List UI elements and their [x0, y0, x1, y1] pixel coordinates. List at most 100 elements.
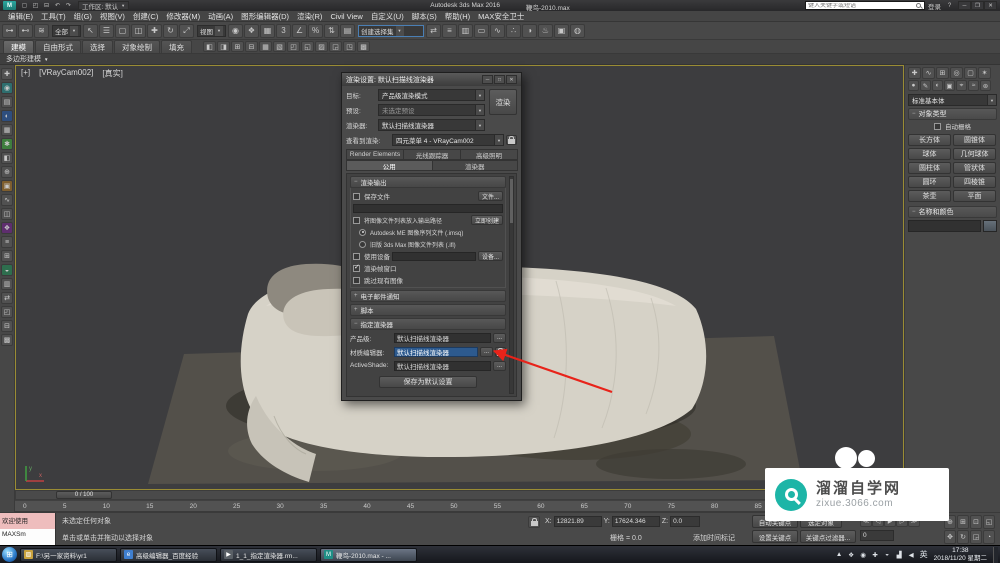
- viewport-camera-menu[interactable]: [VRayCam002]: [39, 68, 93, 79]
- rendered-frame-window-checkbox[interactable]: [353, 265, 360, 272]
- open-file-icon[interactable]: ◰: [30, 1, 41, 10]
- ribbon-tool-icon[interactable]: ▨: [315, 41, 328, 52]
- viewport-shading-menu[interactable]: [真实]: [102, 68, 122, 79]
- object-type-button[interactable]: 长方体: [908, 134, 951, 146]
- display-panel-tab-icon[interactable]: ▢: [964, 67, 977, 79]
- render-button[interactable]: 渲染: [489, 89, 517, 115]
- search-box[interactable]: [805, 1, 925, 10]
- menu-item[interactable]: MAX安全卫士: [474, 11, 528, 21]
- object-type-button[interactable]: 管状体: [953, 162, 996, 174]
- ribbon-tab-populate[interactable]: 填充: [161, 40, 192, 53]
- time-tag-field[interactable]: 添加时间标记: [693, 533, 735, 543]
- side-tool-icon[interactable]: ◉: [1, 82, 13, 94]
- side-tool-icon[interactable]: ▥: [1, 278, 13, 290]
- select-and-scale-icon[interactable]: ⤢: [179, 24, 194, 38]
- object-type-button[interactable]: 圆环: [908, 176, 951, 188]
- hidden-icons-chevron-icon[interactable]: ▲: [834, 549, 845, 561]
- side-tool-icon[interactable]: ▣: [1, 180, 13, 192]
- ribbon-tool-icon[interactable]: ▧: [273, 41, 286, 52]
- volume-tray-icon[interactable]: ◀: [906, 549, 917, 561]
- percent-snap-icon[interactable]: %: [308, 24, 323, 38]
- show-desktop-button[interactable]: [993, 547, 998, 563]
- rollout-scripts[interactable]: +脚本: [350, 304, 506, 316]
- object-name-field[interactable]: [908, 220, 981, 232]
- curve-editor-icon[interactable]: ∿: [490, 24, 505, 38]
- tab-advanced-lighting[interactable]: 高级照明: [460, 149, 518, 160]
- select-and-move-icon[interactable]: ✚: [147, 24, 162, 38]
- search-input[interactable]: [806, 3, 916, 9]
- dialog-maximize-icon[interactable]: □: [494, 75, 505, 84]
- tab-renderer[interactable]: 渲染器: [432, 160, 519, 171]
- menu-item[interactable]: 脚本(S): [408, 11, 441, 21]
- dialog-close-icon[interactable]: ✕: [506, 75, 517, 84]
- orbit-icon[interactable]: ↻: [957, 530, 969, 544]
- lights-category-icon[interactable]: ◐: [932, 80, 943, 91]
- create-now-button[interactable]: 立即创建: [471, 215, 503, 225]
- zoom-extents-icon[interactable]: ⊡: [970, 515, 982, 529]
- use-pivot-point-center-icon[interactable]: ◉: [228, 24, 243, 38]
- z-coordinate-field[interactable]: 0.0: [670, 516, 700, 527]
- renderer-dropdown[interactable]: 默认扫描线渲染器▼: [378, 119, 485, 131]
- side-tool-icon[interactable]: ▩: [1, 334, 13, 346]
- polygon-modeling-panel-label[interactable]: 多边形建模: [6, 54, 41, 64]
- render-setup-icon[interactable]: ♨: [538, 24, 553, 38]
- minimize-window-icon[interactable]: ─: [958, 1, 971, 10]
- taskbar-item-explorer[interactable]: ▨F:\另一家资料\yr1: [20, 548, 117, 562]
- rollout-email-notifications[interactable]: +电子邮件通知: [350, 290, 506, 302]
- device-field[interactable]: [392, 252, 476, 261]
- object-type-button[interactable]: 圆柱体: [908, 162, 951, 174]
- menu-item[interactable]: 创建(C): [129, 11, 162, 21]
- menu-item[interactable]: Civil View: [326, 11, 366, 21]
- save-as-defaults-button[interactable]: 保存为默认设置: [379, 376, 477, 388]
- select-and-manipulate-icon[interactable]: ❖: [244, 24, 259, 38]
- side-tool-icon[interactable]: ❖: [1, 222, 13, 234]
- maximize-window-icon[interactable]: ❐: [971, 1, 984, 10]
- ribbon-tool-icon[interactable]: ⊞: [231, 41, 244, 52]
- ribbon-tab-modeling[interactable]: 建模: [3, 40, 34, 53]
- ifl-radio[interactable]: [359, 241, 366, 248]
- ribbon-tab-object-paint[interactable]: 对象绘制: [114, 40, 160, 53]
- dialog-scrollbar[interactable]: [509, 176, 514, 394]
- render-production-icon[interactable]: ◍: [570, 24, 585, 38]
- menu-item[interactable]: 动画(A): [204, 11, 237, 21]
- y-coordinate-field[interactable]: 17624.346: [612, 516, 660, 527]
- rollout-object-type[interactable]: −对象类型: [908, 108, 997, 120]
- rendered-frame-window-icon[interactable]: ▣: [554, 24, 569, 38]
- x-coordinate-field[interactable]: 12821.89: [554, 516, 602, 527]
- taskbar-item-media-player[interactable]: ▶1_1_指定渲染器.rm...: [220, 548, 317, 562]
- save-file-checkbox[interactable]: [353, 193, 360, 200]
- choose-production-renderer-button[interactable]: ...: [493, 333, 506, 343]
- ribbon-tool-icon[interactable]: ▩: [357, 41, 370, 52]
- side-tool-icon[interactable]: ⊞: [1, 250, 13, 262]
- menu-item[interactable]: 组(G): [70, 11, 96, 21]
- object-type-button[interactable]: 茶壶: [908, 190, 951, 202]
- utilities-panel-tab-icon[interactable]: ✶: [978, 67, 991, 79]
- ribbon-tab-freeform[interactable]: 自由形式: [35, 40, 81, 53]
- time-slider-handle[interactable]: 0 / 100: [56, 491, 112, 499]
- rollout-assign-renderer[interactable]: −指定渲染器: [350, 318, 506, 330]
- ribbon-tool-icon[interactable]: ◳: [343, 41, 356, 52]
- side-tool-icon[interactable]: ≡: [1, 236, 13, 248]
- current-frame-field[interactable]: 0: [860, 530, 894, 541]
- modify-panel-tab-icon[interactable]: ∿: [922, 67, 935, 79]
- lock-to-production-toggle[interactable]: [495, 347, 506, 357]
- side-tool-icon[interactable]: ⊟: [1, 320, 13, 332]
- zoom-region-icon[interactable]: ◱: [983, 515, 995, 529]
- target-dropdown[interactable]: 产品级渲染模式▼: [378, 89, 485, 101]
- hierarchy-panel-tab-icon[interactable]: ⊞: [936, 67, 949, 79]
- menu-item[interactable]: 帮助(H): [441, 11, 474, 21]
- primitive-category-dropdown[interactable]: 标准基本体▼: [908, 94, 997, 106]
- production-renderer-field[interactable]: 默认扫描线渲染器: [394, 333, 491, 343]
- object-color-swatch[interactable]: [983, 220, 997, 232]
- device-button[interactable]: 设备...: [478, 251, 503, 261]
- view-to-render-dropdown[interactable]: 四元菜单 4 - VRayCam002▼: [392, 134, 504, 146]
- bind-to-space-warp-icon[interactable]: ≋: [34, 24, 49, 38]
- file-button[interactable]: 文件...: [478, 191, 503, 201]
- menu-item[interactable]: 修改器(M): [162, 11, 204, 21]
- menu-item[interactable]: 编辑(E): [4, 11, 37, 21]
- select-object-icon[interactable]: ↖: [83, 24, 98, 38]
- graphite-ribbon-toggle-icon[interactable]: ▭: [474, 24, 489, 38]
- side-tool-icon[interactable]: ✚: [1, 68, 13, 80]
- image-file-list-checkbox[interactable]: [353, 217, 360, 224]
- viewport-general-menu[interactable]: [+]: [21, 68, 30, 79]
